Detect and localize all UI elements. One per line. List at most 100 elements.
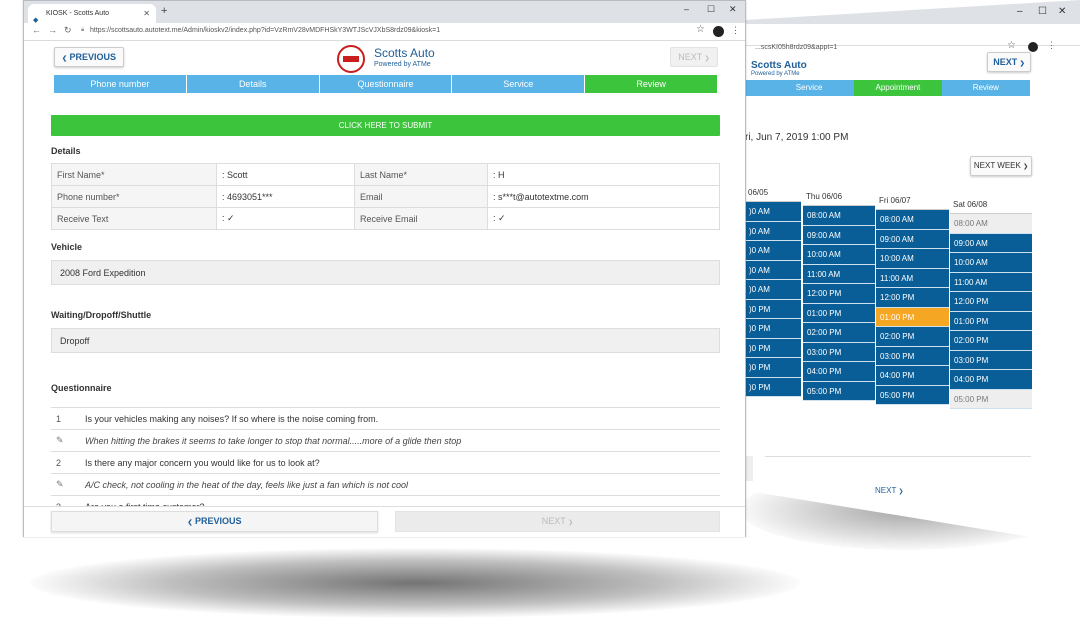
submit-button[interactable]: CLICK HERE TO SUBMIT (51, 115, 720, 136)
time-slot[interactable]: 04:00 PM (876, 366, 949, 386)
back-next-label: NEXT (993, 57, 1018, 67)
url-input[interactable]: https://scottsauto.autotext.me/Admin/kio… (90, 27, 440, 34)
time-slot[interactable]: 12:00 PM (950, 292, 1032, 312)
question-text: Is there any major concern you would lik… (85, 451, 720, 474)
edit-icon[interactable]: ✎ (56, 479, 64, 489)
time-slot-selected[interactable]: 01:00 PM (876, 307, 949, 327)
new-tab-icon[interactable]: + (161, 5, 167, 17)
time-slot[interactable]: 11:00 AM (876, 268, 949, 288)
back-step-review[interactable]: Review (941, 80, 1030, 96)
close-icon[interactable]: ✕ (1058, 6, 1066, 17)
back-address-bar[interactable]: ...scsKI05h8rdz09&appt=1 ☆ ⋮ (745, 24, 1080, 52)
close-icon[interactable]: ✕ (729, 4, 737, 15)
receive-email-label: Receive Email (354, 207, 488, 230)
time-slot[interactable]: 10:00 AM (950, 253, 1032, 273)
time-slot[interactable]: )0 AM (745, 221, 801, 241)
time-slot[interactable]: 03:00 PM (950, 350, 1032, 370)
time-slot[interactable]: 10:00 AM (803, 245, 875, 265)
next-button-bottom[interactable]: NEXT ❯ (395, 511, 720, 532)
reload-icon[interactable]: ↻ (64, 25, 72, 36)
back-step-service[interactable]: Service (764, 80, 855, 96)
previous-button-bottom[interactable]: ❮ PREVIOUS (51, 511, 378, 532)
bottom-navigation: ❮ PREVIOUS NEXT ❯ (24, 506, 745, 537)
time-slot[interactable]: 09:00 AM (803, 225, 875, 245)
day-header: 06/05 (745, 184, 801, 202)
waiting-heading: Waiting/Dropoff/Shuttle (51, 310, 152, 320)
time-slot[interactable]: 05:00 PM (803, 381, 875, 401)
time-slot[interactable]: 02:00 PM (876, 327, 949, 347)
time-slot[interactable]: 12:00 PM (876, 288, 949, 308)
maximize-icon[interactable]: ☐ (707, 4, 715, 15)
time-slot[interactable]: 04:00 PM (950, 370, 1032, 390)
back-next-button[interactable]: NEXT ❯ (987, 52, 1031, 72)
time-slot[interactable]: 02:00 PM (803, 323, 875, 343)
previous-label: PREVIOUS (69, 52, 117, 62)
time-slot[interactable]: )0 AM (745, 241, 801, 261)
back-step-appointment[interactable]: Appointment (854, 80, 942, 96)
next-button-top[interactable]: NEXT ❯ (670, 47, 718, 67)
time-slot[interactable]: 08:00 AM (876, 210, 949, 230)
time-slot[interactable]: )0 AM (745, 280, 801, 300)
star-icon[interactable]: ☆ (696, 24, 705, 35)
phone-label: Phone number* (51, 185, 217, 208)
email-label: Email (354, 185, 488, 208)
step-details[interactable]: Details (186, 75, 319, 93)
time-slot[interactable]: 10:00 AM (876, 249, 949, 269)
brand-title: Scotts Auto (374, 46, 435, 60)
time-slot[interactable]: 09:00 AM (876, 229, 949, 249)
receive-text-value: : ✓ (216, 207, 355, 230)
step-service[interactable]: Service (452, 75, 585, 93)
next-week-button[interactable]: NEXT WEEK ❯ (970, 156, 1032, 176)
time-slot[interactable]: )0 PM (745, 377, 801, 397)
minimize-icon[interactable]: – (1017, 6, 1023, 17)
time-slot[interactable]: 02:00 PM (950, 331, 1032, 351)
back-brand: Scotts Auto Powered by ATMe (751, 60, 807, 77)
receive-text-label: Receive Text (51, 207, 217, 230)
previous-button-top[interactable]: ❮ PREVIOUS (54, 47, 124, 67)
time-slot[interactable]: )0 PM (745, 358, 801, 378)
back-footer-next-button[interactable]: NEXT ❯ (875, 486, 903, 495)
time-slot[interactable]: 04:00 PM (803, 362, 875, 382)
time-slot[interactable]: 03:00 PM (803, 342, 875, 362)
back-arrow-icon[interactable]: ← (32, 25, 41, 35)
previous-label: PREVIOUS (195, 516, 242, 526)
forward-arrow-icon[interactable]: → (48, 25, 57, 35)
back-page: Scotts Auto Powered by ATMe NEXT ❯ Servi… (745, 46, 1065, 541)
question-number: 2 (51, 451, 85, 474)
day-column: Fri 06/07 08:00 AM 09:00 AM 10:00 AM 11:00 A… (876, 192, 949, 405)
step-questionnaire[interactable]: Questionnaire (319, 75, 452, 93)
time-slot[interactable]: 09:00 AM (950, 233, 1032, 253)
time-slot[interactable]: )0 AM (745, 260, 801, 280)
step-progress-bar: Phone number Details Questionnaire Servi… (54, 75, 718, 93)
time-slot[interactable]: 08:00 AM (803, 206, 875, 226)
time-slot[interactable]: 12:00 PM (803, 284, 875, 304)
step-phone-number[interactable]: Phone number (54, 75, 186, 93)
last-name-value: : H (487, 163, 720, 186)
browser-tab[interactable]: ◆ KIOSK - Scotts Auto ✕ (28, 4, 156, 24)
first-name-label: First Name* (51, 163, 217, 186)
time-slot[interactable]: )0 PM (745, 338, 801, 358)
time-slot[interactable]: 01:00 PM (950, 311, 1032, 331)
step-review[interactable]: Review (585, 75, 717, 93)
back-footer (765, 456, 1031, 481)
minimize-icon[interactable]: – (684, 4, 689, 14)
time-slot[interactable]: )0 PM (745, 319, 801, 339)
back-brand-sub: Powered by ATMe (751, 71, 800, 77)
time-slot[interactable]: 01:00 PM (803, 303, 875, 323)
time-slot[interactable]: 11:00 AM (803, 264, 875, 284)
time-slot[interactable]: 03:00 PM (876, 346, 949, 366)
time-slot[interactable]: )0 AM (745, 202, 801, 222)
questionnaire-table: 1 Is your vehicles making any noises? If… (51, 407, 720, 518)
maximize-icon[interactable]: ☐ (1038, 6, 1047, 17)
tab-close-icon[interactable]: ✕ (143, 4, 150, 23)
time-slot[interactable]: )0 PM (745, 299, 801, 319)
menu-icon[interactable]: ⋮ (731, 25, 740, 36)
vehicle-value: 2008 Ford Expedition (51, 260, 720, 285)
edit-icon[interactable]: ✎ (56, 435, 64, 445)
profile-icon[interactable] (713, 26, 724, 37)
chevron-right-icon: ❯ (898, 489, 904, 495)
time-slot[interactable]: 11:00 AM (950, 272, 1032, 292)
time-slot[interactable]: 05:00 PM (876, 385, 949, 405)
back-step-prev (745, 80, 764, 96)
back-footer-prev[interactable] (745, 456, 753, 481)
